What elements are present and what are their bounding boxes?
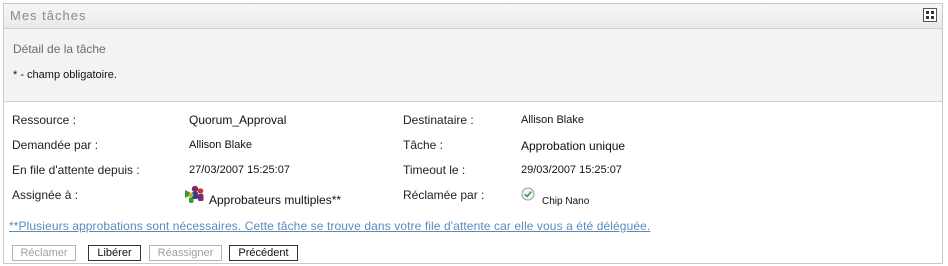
panel-title: Mes tâches bbox=[10, 8, 87, 23]
claimed-by-value: Chip Nano bbox=[542, 196, 590, 207]
assigned-to-value: Approbateurs multiples** bbox=[209, 193, 342, 207]
group-icon bbox=[185, 185, 204, 203]
queued-since-value: 27/03/2007 15:25:07 bbox=[189, 164, 290, 176]
previous-button[interactable]: Précédent bbox=[229, 245, 298, 261]
claimed-by-label: Réclamée par : bbox=[403, 188, 485, 202]
required-field-note: * - champ obligatoire. bbox=[13, 69, 117, 81]
task-label: Tâche : bbox=[403, 138, 444, 152]
reassign-button[interactable]: Réassigner bbox=[149, 245, 222, 261]
grid-icon[interactable] bbox=[923, 8, 937, 22]
resource-label: Ressource : bbox=[12, 113, 77, 127]
timeout-value: 29/03/2007 15:25:07 bbox=[521, 164, 622, 176]
recipient-label: Destinataire : bbox=[403, 113, 474, 127]
requested-by-value: Allison Blake bbox=[189, 139, 252, 151]
assigned-to-label: Assignée à : bbox=[12, 188, 79, 202]
claim-button[interactable]: Réclamer bbox=[12, 245, 76, 261]
task-detail-header: Détail de la tâche * - champ obligatoire… bbox=[4, 29, 942, 102]
check-icon bbox=[521, 187, 535, 201]
recipient-value: Allison Blake bbox=[521, 114, 584, 126]
multiple-approvals-note[interactable]: **Plusieurs approbations sont nécessaire… bbox=[9, 219, 650, 233]
panel-titlebar: Mes tâches bbox=[4, 4, 942, 29]
release-button[interactable]: Libérer bbox=[88, 245, 141, 261]
requested-by-label: Demandée par : bbox=[12, 138, 99, 152]
timeout-label: Timeout le : bbox=[403, 163, 466, 177]
task-detail-title: Détail de la tâche bbox=[13, 42, 106, 56]
task-value: Approbation unique bbox=[521, 139, 626, 153]
resource-value: Quorum_Approval bbox=[189, 113, 287, 127]
queued-since-label: En file d'attente depuis : bbox=[12, 163, 140, 177]
